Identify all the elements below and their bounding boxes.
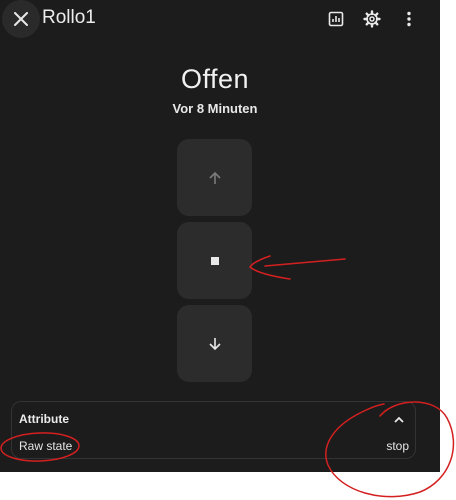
arrow-down-icon <box>208 337 221 350</box>
close-icon <box>14 12 28 26</box>
gear-icon <box>363 10 381 28</box>
attribute-label: Raw state <box>19 439 73 453</box>
dots-vertical-icon <box>407 11 411 27</box>
attributes-toggle-button[interactable] <box>391 412 407 428</box>
chart-icon <box>328 11 344 27</box>
stop-icon <box>210 256 219 265</box>
more-info-dialog: Rollo1 Offen Vor 8 Minuten Attribute Raw… <box>0 0 440 472</box>
settings-button[interactable] <box>353 0 391 38</box>
attributes-panel: Attribute Raw state stop <box>11 401 416 459</box>
close-button[interactable] <box>2 0 40 38</box>
stop-cover-button[interactable] <box>177 222 252 299</box>
chevron-up-icon <box>394 416 404 423</box>
entity-state: Offen <box>180 64 250 94</box>
overflow-menu-button[interactable] <box>390 0 428 38</box>
attribute-value: stop <box>386 439 409 453</box>
history-button[interactable] <box>317 0 355 38</box>
attributes-title: Attribute <box>19 412 69 426</box>
dialog-title: Rollo1 <box>42 7 96 28</box>
open-cover-button[interactable] <box>177 139 252 216</box>
close-cover-button[interactable] <box>177 305 252 382</box>
last-changed: Vor 8 Minuten <box>172 101 258 116</box>
arrow-up-icon <box>208 171 221 184</box>
